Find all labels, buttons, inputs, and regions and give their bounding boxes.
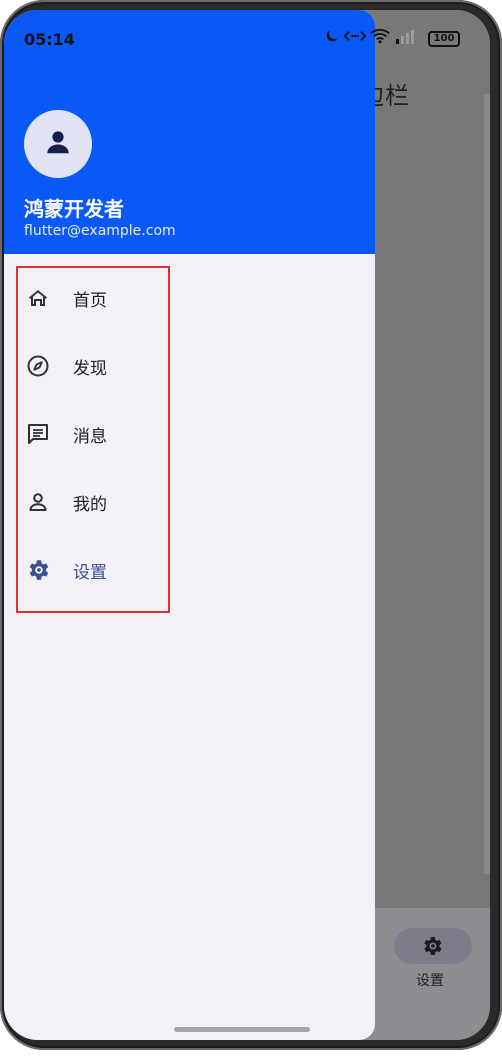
moon-icon: [324, 28, 340, 48]
annotation-highlight-box: [16, 266, 170, 613]
avatar[interactable]: [24, 110, 92, 178]
status-icons: [324, 28, 416, 48]
user-name: 鸿蒙开发者: [24, 197, 124, 221]
bottom-nav-settings-label: 设置: [416, 973, 444, 989]
signal-icon: [394, 28, 416, 48]
screen: 边栏 设置 05:14 鸿蒙开发者 flutter@example.com 首页…: [4, 10, 490, 1040]
gear-icon: [420, 934, 444, 958]
status-time: 05:14: [24, 30, 75, 49]
background-scroll-edge: [484, 94, 490, 874]
person-icon: [43, 127, 73, 161]
user-email: flutter@example.com: [24, 223, 176, 239]
battery-indicator: 100: [428, 31, 460, 47]
navigation-drawer: 05:14 鸿蒙开发者 flutter@example.com 首页 发现 消息…: [4, 10, 375, 1040]
home-indicator[interactable]: [174, 1027, 310, 1032]
drawer-header: 05:14 鸿蒙开发者 flutter@example.com: [4, 10, 375, 254]
wifi-icon: [370, 28, 390, 48]
phone-frame: 边栏 设置 05:14 鸿蒙开发者 flutter@example.com 首页…: [0, 0, 502, 1050]
data-transfer-icon: [343, 28, 367, 48]
